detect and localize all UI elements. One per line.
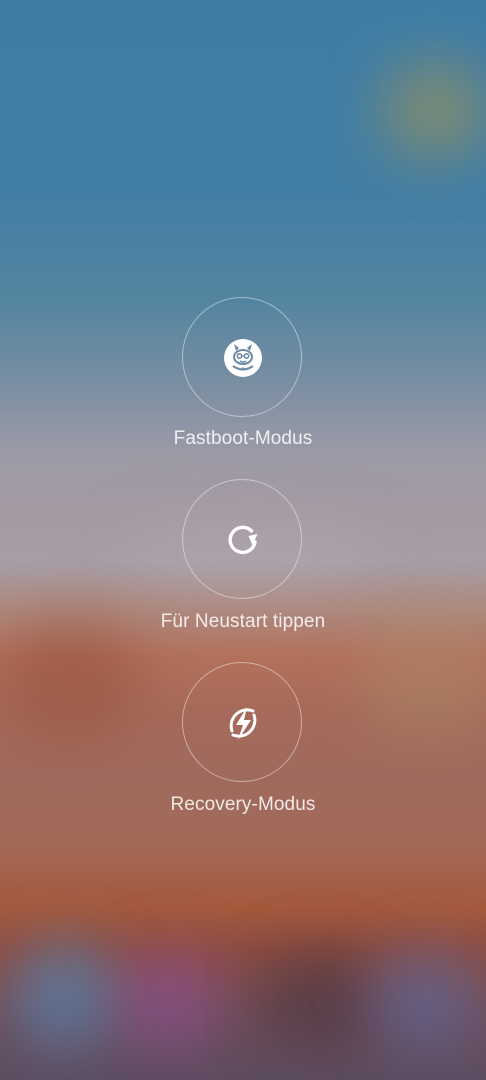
wallpaper-blob	[380, 60, 486, 160]
restart-icon	[228, 525, 258, 555]
restart-label: Für Neustart tippen	[160, 611, 326, 632]
fastboot-button[interactable]	[182, 297, 302, 417]
wallpaper-blob	[0, 620, 140, 740]
wallpaper-blob	[260, 950, 380, 1050]
restart-button[interactable]	[182, 479, 302, 599]
recovery-label: Recovery-Modus	[170, 794, 316, 815]
wallpaper-blob	[120, 950, 220, 1050]
lightning-icon	[229, 707, 257, 740]
wallpaper-blob	[10, 940, 120, 1050]
mi-bunny-icon	[224, 339, 262, 377]
fastboot-label: Fastboot-Modus	[173, 428, 313, 449]
wallpaper-blob	[370, 950, 480, 1050]
recovery-button[interactable]	[182, 662, 302, 782]
wallpaper-blob	[360, 620, 486, 740]
